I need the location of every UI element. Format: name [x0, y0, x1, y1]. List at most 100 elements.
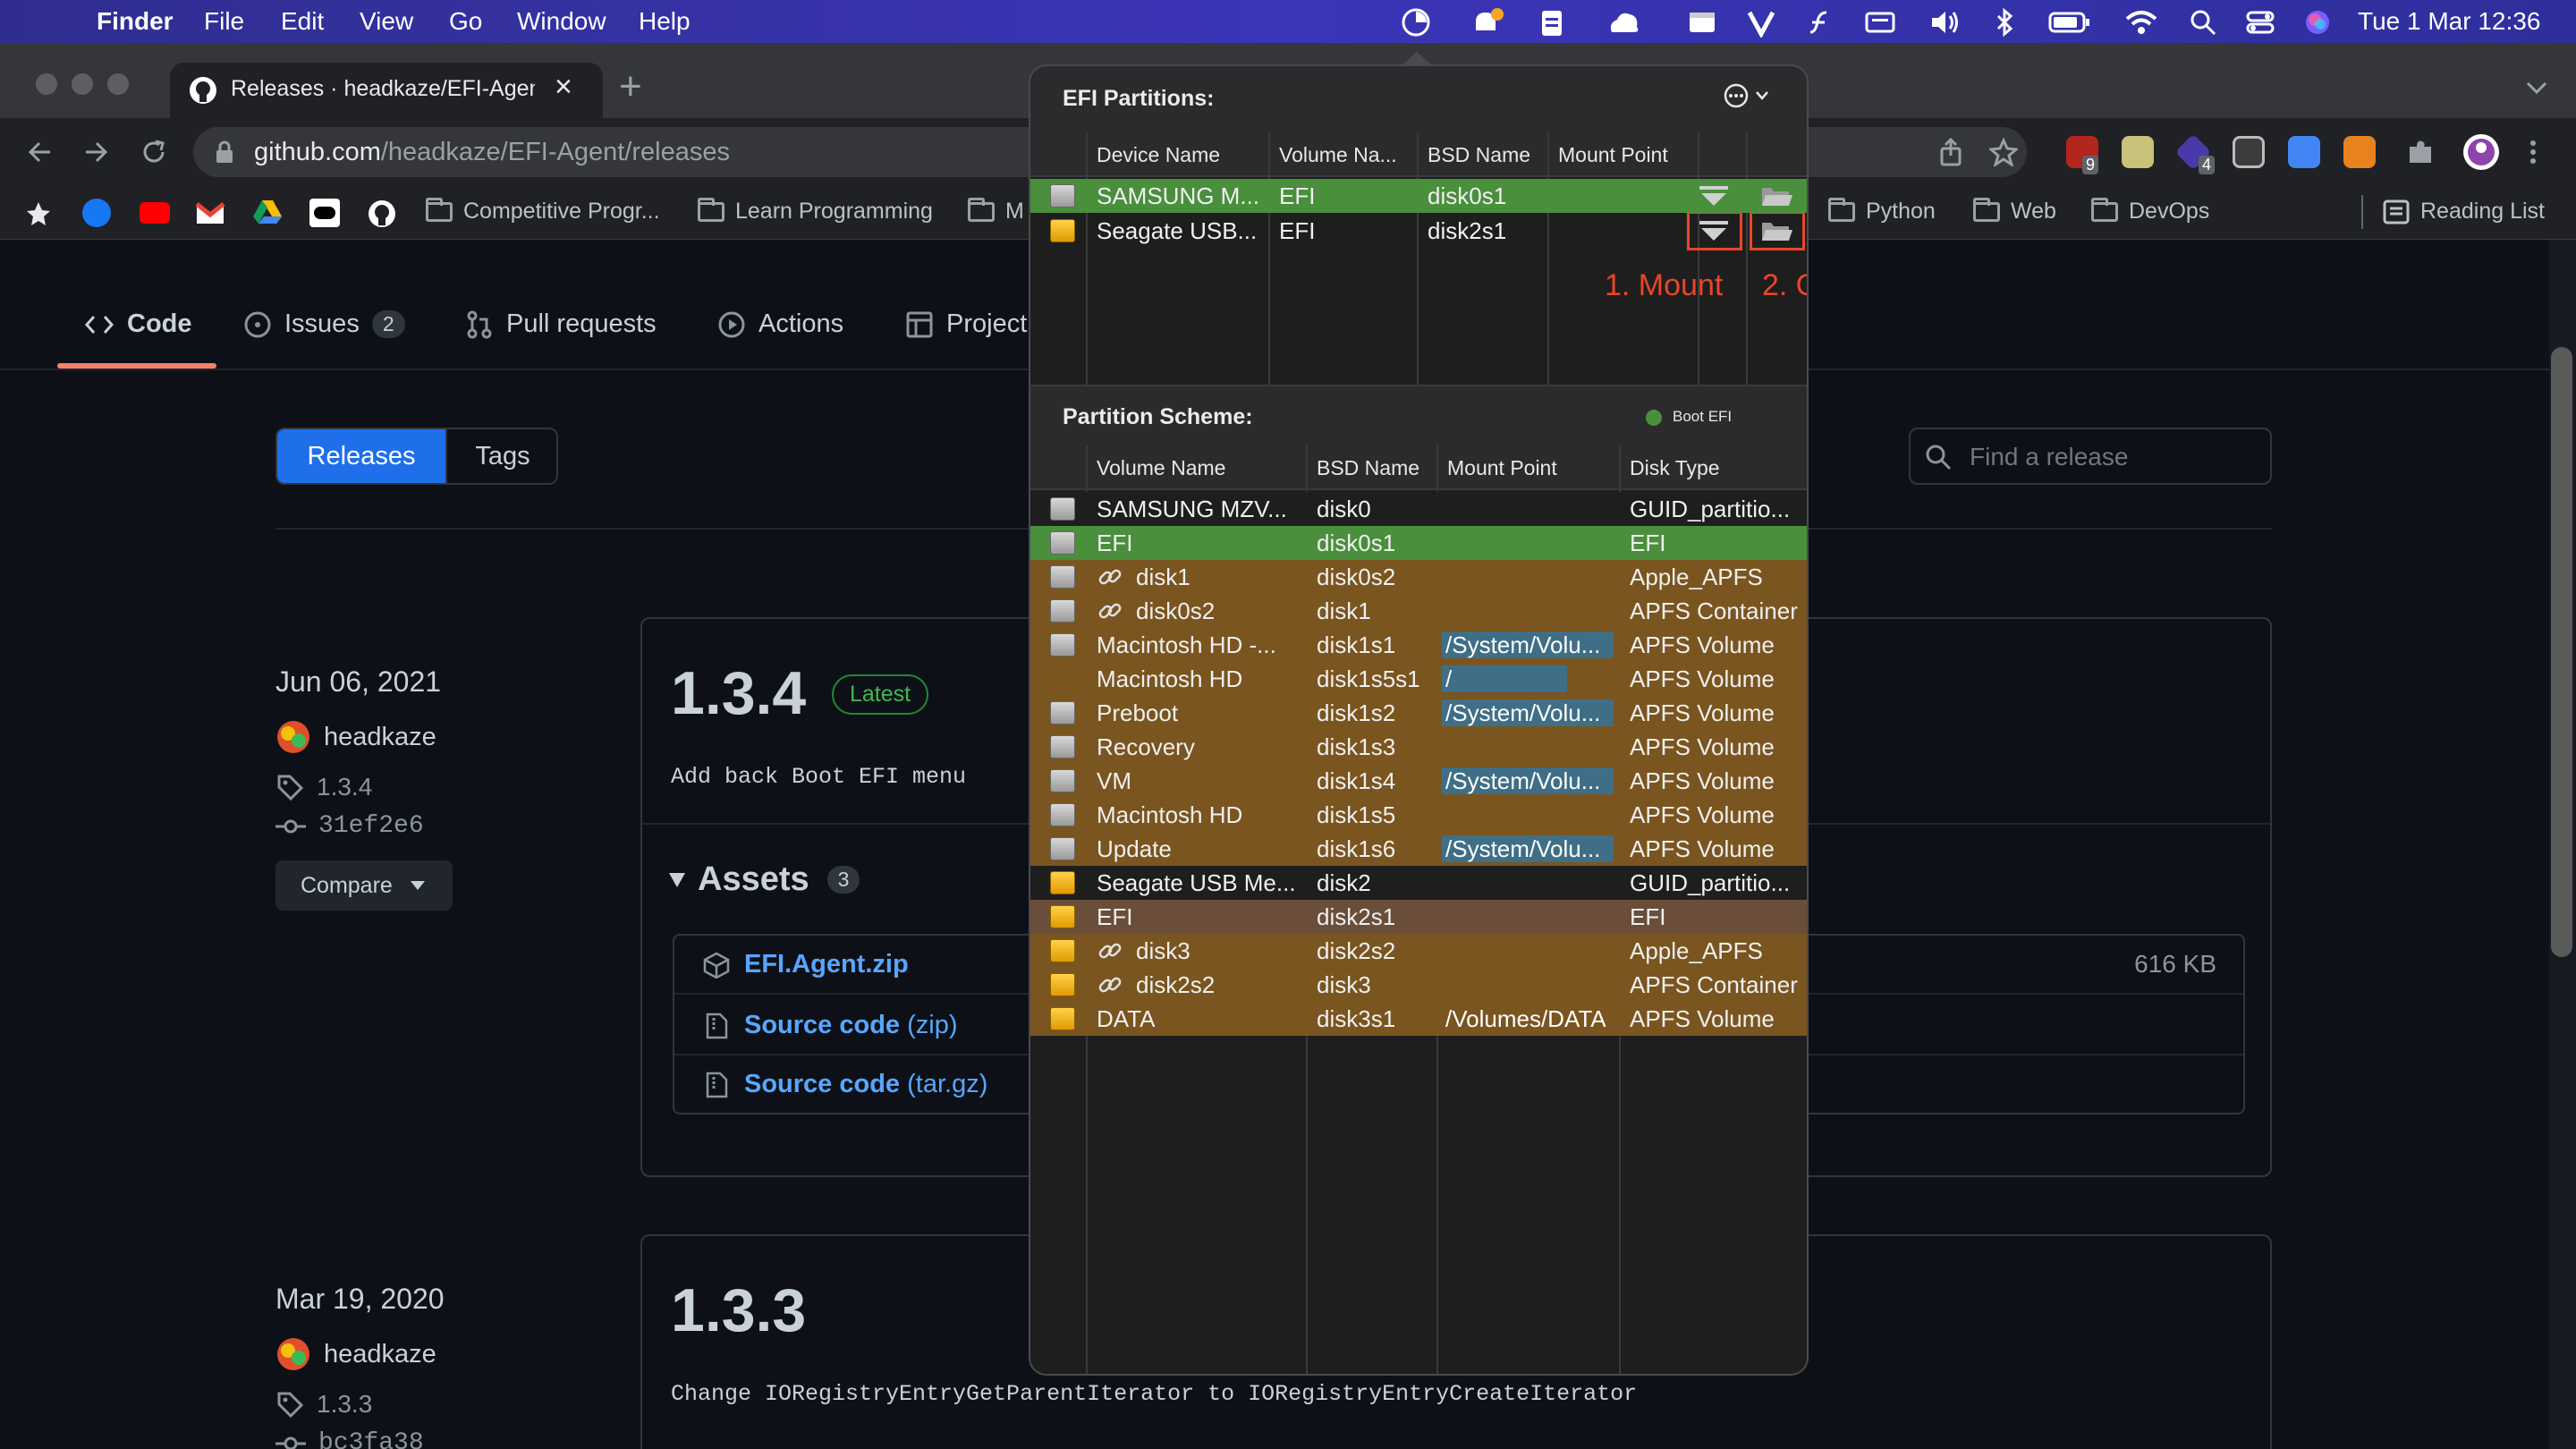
release-author[interactable]: headkaze [275, 719, 436, 755]
close-tab-icon[interactable]: × [555, 70, 572, 105]
menu-app-name[interactable]: Finder [97, 7, 174, 36]
menu-edit[interactable]: Edit [281, 7, 324, 36]
medium-bookmark-icon[interactable] [309, 199, 340, 227]
mount-eject-icon[interactable] [1696, 217, 1732, 244]
efi-agent-status-icon[interactable] [1401, 7, 1431, 38]
partition-scheme-row[interactable]: disk3 disk2s2 Apple_APFS [1030, 934, 1807, 968]
bookmarks-star-icon[interactable] [25, 200, 52, 227]
partition-scheme-row[interactable]: Macintosh HD disk1s5 APFS Volume [1030, 798, 1807, 832]
google-drive-bookmark-icon[interactable] [252, 199, 283, 225]
column-header[interactable]: Volume Name [1097, 456, 1225, 480]
partition-scheme-row[interactable]: disk1 disk0s2 Apple_APFS [1030, 560, 1807, 594]
window-zoom-button[interactable] [107, 73, 129, 95]
tags-tab-button[interactable]: Tags [445, 429, 556, 483]
forward-arrow-icon[interactable] [80, 136, 113, 168]
notification-icon[interactable] [1470, 7, 1504, 38]
release-version[interactable]: 1.3.3 [671, 1275, 806, 1345]
window-minimize-button[interactable] [72, 73, 93, 95]
reload-icon[interactable] [138, 136, 170, 168]
partition-scheme-row[interactable]: VM disk1s4/System/Volu... APFS Volume [1030, 764, 1807, 798]
release-tag-link[interactable]: 1.3.3 [275, 1390, 372, 1419]
partition-scheme-row[interactable]: Update disk1s6/System/Volu... APFS Volume [1030, 832, 1807, 866]
clipboard-icon[interactable] [1537, 7, 1567, 38]
open-folder-icon[interactable] [1758, 217, 1794, 244]
vpn-v-icon[interactable] [1746, 7, 1776, 38]
asset-link[interactable]: Source code (zip) [744, 1011, 958, 1040]
spotlight-search-icon[interactable] [2188, 7, 2218, 38]
reading-list-button[interactable]: Reading List [2383, 199, 2545, 225]
efi-partition-row[interactable]: Seagate USB... EFI disk2s1 [1030, 214, 1807, 248]
menu-help[interactable]: Help [639, 7, 691, 36]
menu-file[interactable]: File [204, 7, 244, 36]
share-icon[interactable] [1937, 138, 1964, 166]
metamask-extension-icon[interactable] [2343, 136, 2376, 168]
compare-dropdown[interactable]: Compare [275, 860, 453, 911]
column-header[interactable]: BSD Name [1428, 143, 1530, 167]
bluetooth-icon[interactable] [1991, 7, 2018, 38]
github-bookmark-icon[interactable] [367, 199, 397, 229]
partition-scheme-row[interactable]: Macintosh HD -... disk1s1/System/Volu... A… [1030, 628, 1807, 662]
releases-tab-button[interactable]: Releases [277, 429, 445, 483]
extension-4-icon[interactable] [2233, 136, 2265, 168]
open-folder-icon[interactable] [1758, 182, 1794, 209]
battery-icon[interactable] [2048, 11, 2091, 34]
assets-toggle[interactable]: Assets 3 [669, 860, 860, 899]
tab-projects[interactable]: Project [905, 309, 1027, 339]
partition-scheme-row[interactable]: EFI disk0s1 EFI [1030, 526, 1807, 560]
release-commit-link[interactable]: bc3fa38 [275, 1429, 424, 1449]
wifi-icon[interactable] [2123, 7, 2159, 38]
tab-code[interactable]: Code [84, 309, 192, 339]
partition-scheme-row[interactable]: Preboot disk1s2/System/Volu... APFS Volume [1030, 696, 1807, 730]
column-header[interactable]: BSD Name [1317, 456, 1419, 480]
page-scrollbar-thumb[interactable] [2551, 347, 2572, 957]
bookmark-folder-competitive[interactable]: Competitive Progr... [426, 197, 660, 225]
efi-partition-row[interactable]: SAMSUNG M... EFI disk0s1 [1030, 179, 1807, 213]
release-commit-link[interactable]: 31ef2e6 [275, 812, 424, 840]
column-header[interactable]: Volume Na... [1279, 143, 1397, 167]
column-header[interactable]: Disk Type [1630, 456, 1720, 480]
bookmark-folder-devops[interactable]: DevOps [2091, 197, 2209, 225]
partition-scheme-row[interactable]: EFI disk2s1 EFI [1030, 900, 1807, 934]
tab-actions[interactable]: Actions [717, 309, 843, 339]
release-search-input[interactable]: Find a release [1909, 428, 2272, 485]
facebook-bookmark-icon[interactable] [82, 199, 111, 227]
column-header[interactable]: Mount Point [1447, 456, 1557, 480]
function-icon[interactable] [1803, 7, 1834, 38]
cloud-icon[interactable] [1606, 7, 1642, 38]
gmail-bookmark-icon[interactable] [195, 200, 225, 225]
menu-clock[interactable]: Tue 1 Mar 12:36 [2358, 7, 2540, 36]
release-author[interactable]: headkaze [275, 1336, 436, 1372]
menu-view[interactable]: View [360, 7, 413, 36]
mount-eject-icon[interactable] [1696, 182, 1732, 209]
chrome-menu-icon[interactable] [2524, 136, 2542, 168]
translate-extension-icon[interactable] [2288, 136, 2320, 168]
tab-issues[interactable]: Issues 2 [243, 309, 405, 339]
new-tab-icon[interactable]: + [619, 64, 642, 109]
partition-scheme-row[interactable]: Macintosh HD disk1s5s1 / APFS Volume [1030, 662, 1807, 696]
partition-scheme-row[interactable]: Recovery disk1s3 APFS Volume [1030, 730, 1807, 764]
bookmark-folder-web[interactable]: Web [1973, 197, 2056, 225]
column-header[interactable]: Mount Point [1558, 143, 1668, 167]
youtube-bookmark-icon[interactable] [140, 202, 170, 224]
profile-avatar[interactable] [2462, 132, 2501, 172]
column-header[interactable]: Device Name [1097, 143, 1220, 167]
bookmark-folder-m[interactable]: M [968, 197, 1024, 225]
asset-link[interactable]: Source code (tar.gz) [744, 1070, 987, 1099]
browser-tab[interactable]: Releases · headkaze/EFI-Agent × [170, 63, 603, 118]
partition-scheme-row[interactable]: SAMSUNG MZV... disk0 GUID_partitio... [1030, 492, 1807, 526]
siri-icon[interactable] [2302, 7, 2333, 38]
extension-2-icon[interactable] [2122, 136, 2154, 168]
release-version[interactable]: 1.3.4 [671, 658, 806, 728]
options-menu-button[interactable] [1723, 82, 1769, 109]
extensions-puzzle-icon[interactable] [2404, 136, 2436, 168]
back-arrow-icon[interactable] [23, 136, 55, 168]
asset-link[interactable]: EFI.Agent.zip [744, 950, 909, 979]
menu-go[interactable]: Go [449, 7, 482, 36]
keyboard-icon[interactable] [1864, 9, 1896, 36]
partition-scheme-row[interactable]: disk2s2 disk3 APFS Container [1030, 968, 1807, 1002]
partition-scheme-row[interactable]: DATA disk3s1/Volumes/DATA APFS Volume [1030, 1002, 1807, 1036]
window-close-button[interactable] [36, 73, 57, 95]
bookmark-star-icon[interactable] [1989, 138, 2018, 166]
bookmark-folder-python[interactable]: Python [1828, 197, 1936, 225]
partition-scheme-row[interactable]: Seagate USB Me... disk2 GUID_partitio... [1030, 866, 1807, 900]
